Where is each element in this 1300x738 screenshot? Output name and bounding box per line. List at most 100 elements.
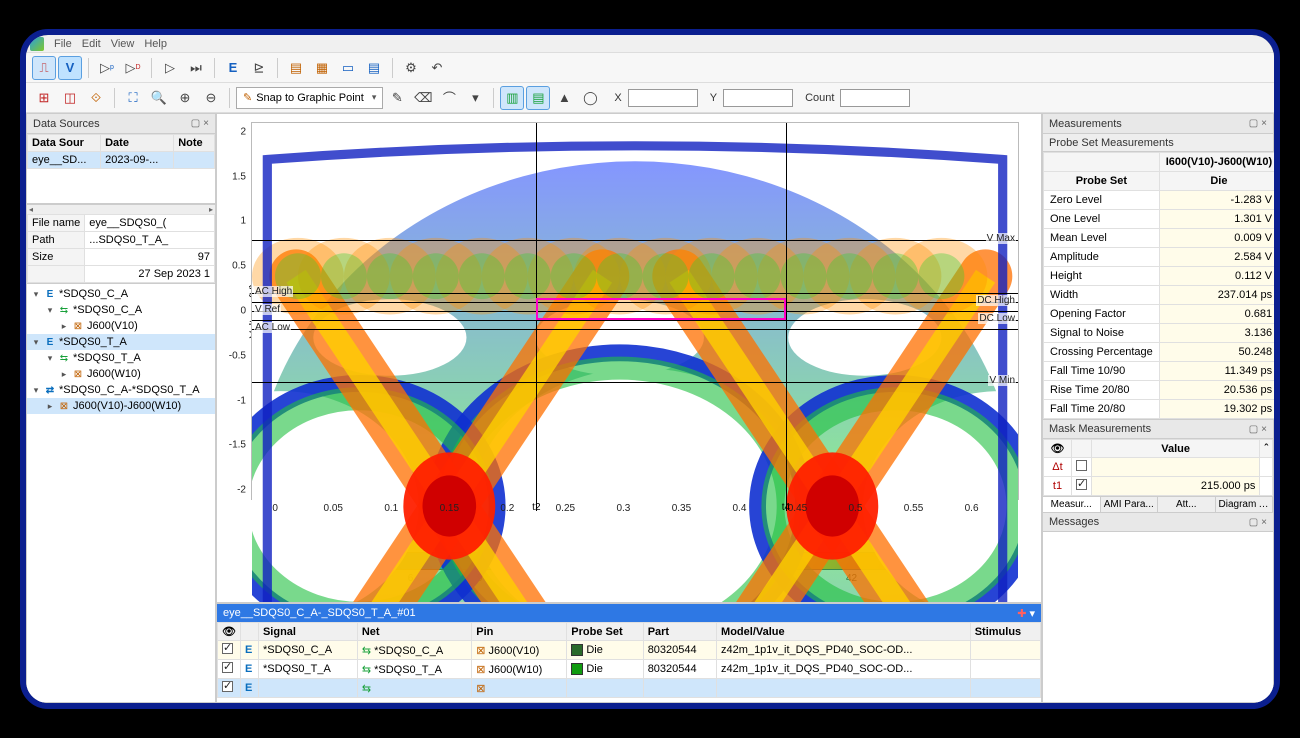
- undo-icon[interactable]: ↶: [425, 56, 449, 80]
- measurement-row[interactable]: Amplitude2.584 V: [1044, 248, 1275, 267]
- mask-measurements-table[interactable]: 👁Valueˆ Δtt1215.000 ps: [1043, 439, 1273, 496]
- window-a-icon[interactable]: ▭: [336, 56, 360, 80]
- voltage-mode-icon[interactable]: V: [58, 56, 82, 80]
- menu-view[interactable]: View: [111, 38, 135, 50]
- signal-row[interactable]: E⇆ ⊠: [218, 679, 1041, 698]
- grid-h-icon[interactable]: ▤: [526, 86, 550, 110]
- waveform-mode-icon[interactable]: ⎍: [32, 56, 56, 80]
- signals-menu-icon[interactable]: ▾: [1029, 608, 1035, 620]
- tool-eraser-icon[interactable]: ⌫: [411, 86, 435, 110]
- measurement-row[interactable]: Crossing Percentage50.248: [1044, 343, 1275, 362]
- eye-mask[interactable]: [536, 298, 786, 319]
- mask-row-checkbox[interactable]: [1076, 460, 1087, 471]
- reference-line[interactable]: [252, 382, 1018, 383]
- tool-pencil-icon[interactable]: ✎: [385, 86, 409, 110]
- signals-table[interactable]: 👁SignalNetPinProbe SetPartModel/ValueSti…: [217, 622, 1041, 702]
- settings-icon[interactable]: ⚙: [399, 56, 423, 80]
- tree-item[interactable]: ▾E*SDQS0_C_A: [27, 286, 215, 302]
- measurement-tab[interactable]: Diagram Att...: [1216, 497, 1274, 512]
- measurement-tab[interactable]: Measur...: [1043, 497, 1101, 512]
- measurement-row[interactable]: Fall Time 20/8019.302 ps: [1044, 400, 1275, 419]
- undock-icon[interactable]: ▢: [191, 118, 200, 129]
- col-date[interactable]: Date: [101, 135, 174, 152]
- reference-line[interactable]: [252, 240, 1018, 241]
- mask-row-checkbox[interactable]: [1076, 479, 1087, 490]
- signal-row[interactable]: E*SDQS0_T_A⇆ *SDQS0_T_A⊠ J600(W10) Die80…: [218, 660, 1041, 679]
- time-marker[interactable]: [786, 123, 787, 511]
- measurement-row[interactable]: Mean Level0.009 V: [1044, 229, 1275, 248]
- add-signal-icon[interactable]: ✚: [1017, 608, 1026, 620]
- tree-item[interactable]: ▸⊠J600(V10): [27, 318, 215, 334]
- measurements-table[interactable]: I600(V10)-J600(W10) Probe SetDie Zero Le…: [1043, 152, 1273, 419]
- window-b-icon[interactable]: ▤: [362, 56, 386, 80]
- signal-visible-checkbox[interactable]: [222, 681, 233, 692]
- measurement-row[interactable]: Zero Level-1.283 V: [1044, 191, 1275, 210]
- menu-help[interactable]: Help: [144, 38, 167, 50]
- tool-ruler-icon[interactable]: ⌒: [437, 86, 461, 110]
- tool-dropdown-icon[interactable]: ▾: [463, 86, 487, 110]
- tree-item[interactable]: ▾⇄*SDQS0_C_A-*SDQS0_T_A: [27, 382, 215, 398]
- x-tick: 0.25: [556, 503, 575, 514]
- measurement-row[interactable]: Rise Time 20/8020.536 ps: [1044, 381, 1275, 400]
- coord-y-input[interactable]: [723, 89, 793, 107]
- undock-meas-icon[interactable]: ▢: [1249, 118, 1258, 129]
- measurement-row[interactable]: Fall Time 10/9011.349 ps: [1044, 362, 1275, 381]
- fast-forward-icon[interactable]: ⏭: [184, 56, 208, 80]
- time-marker-label: t2: [532, 502, 540, 513]
- data-source-row[interactable]: eye__SD... 2023-09-...: [28, 152, 215, 169]
- snap-mode-dropdown[interactable]: ✎ Snap to Graphic Point: [236, 87, 383, 109]
- run-d-icon[interactable]: ▷D: [121, 56, 145, 80]
- group-a-icon[interactable]: ⊞: [32, 86, 56, 110]
- tree-item[interactable]: ▾⇆*SDQS0_C_A: [27, 302, 215, 318]
- signals-tab-title[interactable]: eye__SDQS0_C_A-_SDQS0_T_A_#01: [223, 607, 416, 619]
- col-data-source[interactable]: Data Sour: [28, 135, 101, 152]
- link-axes-icon[interactable]: ⟐: [84, 86, 108, 110]
- layout-a-icon[interactable]: ▤: [284, 56, 308, 80]
- zoom-minus-icon[interactable]: ⊖: [199, 86, 223, 110]
- signal-tree[interactable]: ▾E*SDQS0_C_A▾⇆*SDQS0_C_A▸⊠J600(V10)▾E*SD…: [27, 284, 215, 702]
- reference-line[interactable]: [252, 329, 1018, 330]
- ellipse-icon[interactable]: ◯: [578, 86, 602, 110]
- mask-meas-row[interactable]: Δt: [1044, 458, 1273, 477]
- data-sources-grid[interactable]: Data Sour Date Note eye__SD... 2023-09-.…: [27, 134, 215, 204]
- zoom-fit-icon[interactable]: ⛶: [121, 86, 145, 110]
- measurement-row[interactable]: Width237.014 ps: [1044, 286, 1275, 305]
- run-p-icon[interactable]: ▷p: [95, 56, 119, 80]
- e-cursor-icon[interactable]: E: [221, 56, 245, 80]
- reference-label: AC Low: [254, 322, 291, 333]
- data-sources-scrollbar[interactable]: [27, 204, 215, 214]
- signal-visible-checkbox[interactable]: [222, 662, 233, 673]
- measurement-row[interactable]: Opening Factor0.681: [1044, 305, 1275, 324]
- reference-line[interactable]: [252, 320, 1018, 321]
- measurement-tab[interactable]: Att...: [1158, 497, 1216, 512]
- menu-file[interactable]: File: [54, 38, 72, 50]
- signal-visible-checkbox[interactable]: [222, 643, 233, 654]
- zoom-plus-icon[interactable]: ⊕: [173, 86, 197, 110]
- grid-v-icon[interactable]: ▥: [500, 86, 524, 110]
- close-meas-icon[interactable]: ×: [1261, 118, 1267, 129]
- coord-x-input[interactable]: [628, 89, 698, 107]
- close-panel-icon[interactable]: ×: [203, 118, 209, 129]
- marker-icon[interactable]: ▲: [552, 86, 576, 110]
- region-cursor-icon[interactable]: ⊵: [247, 56, 271, 80]
- tree-item[interactable]: ▸⊠J600(V10)-J600(W10): [27, 398, 215, 414]
- reference-line[interactable]: [252, 293, 1018, 294]
- measurement-row[interactable]: Signal to Noise3.136: [1044, 324, 1275, 343]
- measurement-row[interactable]: One Level1.301 V: [1044, 210, 1275, 229]
- play-icon[interactable]: ▷: [158, 56, 182, 80]
- measurement-tab[interactable]: AMI Para...: [1101, 497, 1159, 512]
- measurement-row[interactable]: Height0.112 V: [1044, 267, 1275, 286]
- coord-count-input[interactable]: [840, 89, 910, 107]
- mask-meas-row[interactable]: t1215.000 ps: [1044, 477, 1273, 496]
- measurement-tabs[interactable]: Measur...AMI Para...Att...Diagram Att...: [1043, 496, 1273, 512]
- zoom-in-icon[interactable]: 🔍: [147, 86, 171, 110]
- tree-item[interactable]: ▸⊠J600(W10): [27, 366, 215, 382]
- layout-b-icon[interactable]: ▦: [310, 56, 334, 80]
- menu-edit[interactable]: Edit: [82, 38, 101, 50]
- tree-item[interactable]: ▾E*SDQS0_T_A: [27, 334, 215, 350]
- group-b-icon[interactable]: ◫: [58, 86, 82, 110]
- col-note[interactable]: Note: [174, 135, 215, 152]
- signal-row[interactable]: E*SDQS0_C_A⇆ *SDQS0_C_A⊠ J600(V10) Die80…: [218, 641, 1041, 660]
- tree-item[interactable]: ▾⇆*SDQS0_T_A: [27, 350, 215, 366]
- eye-diagram-plot[interactable]: 21.510.50-0.5-1-1.5-200.050.10.150.20.25…: [251, 122, 1019, 500]
